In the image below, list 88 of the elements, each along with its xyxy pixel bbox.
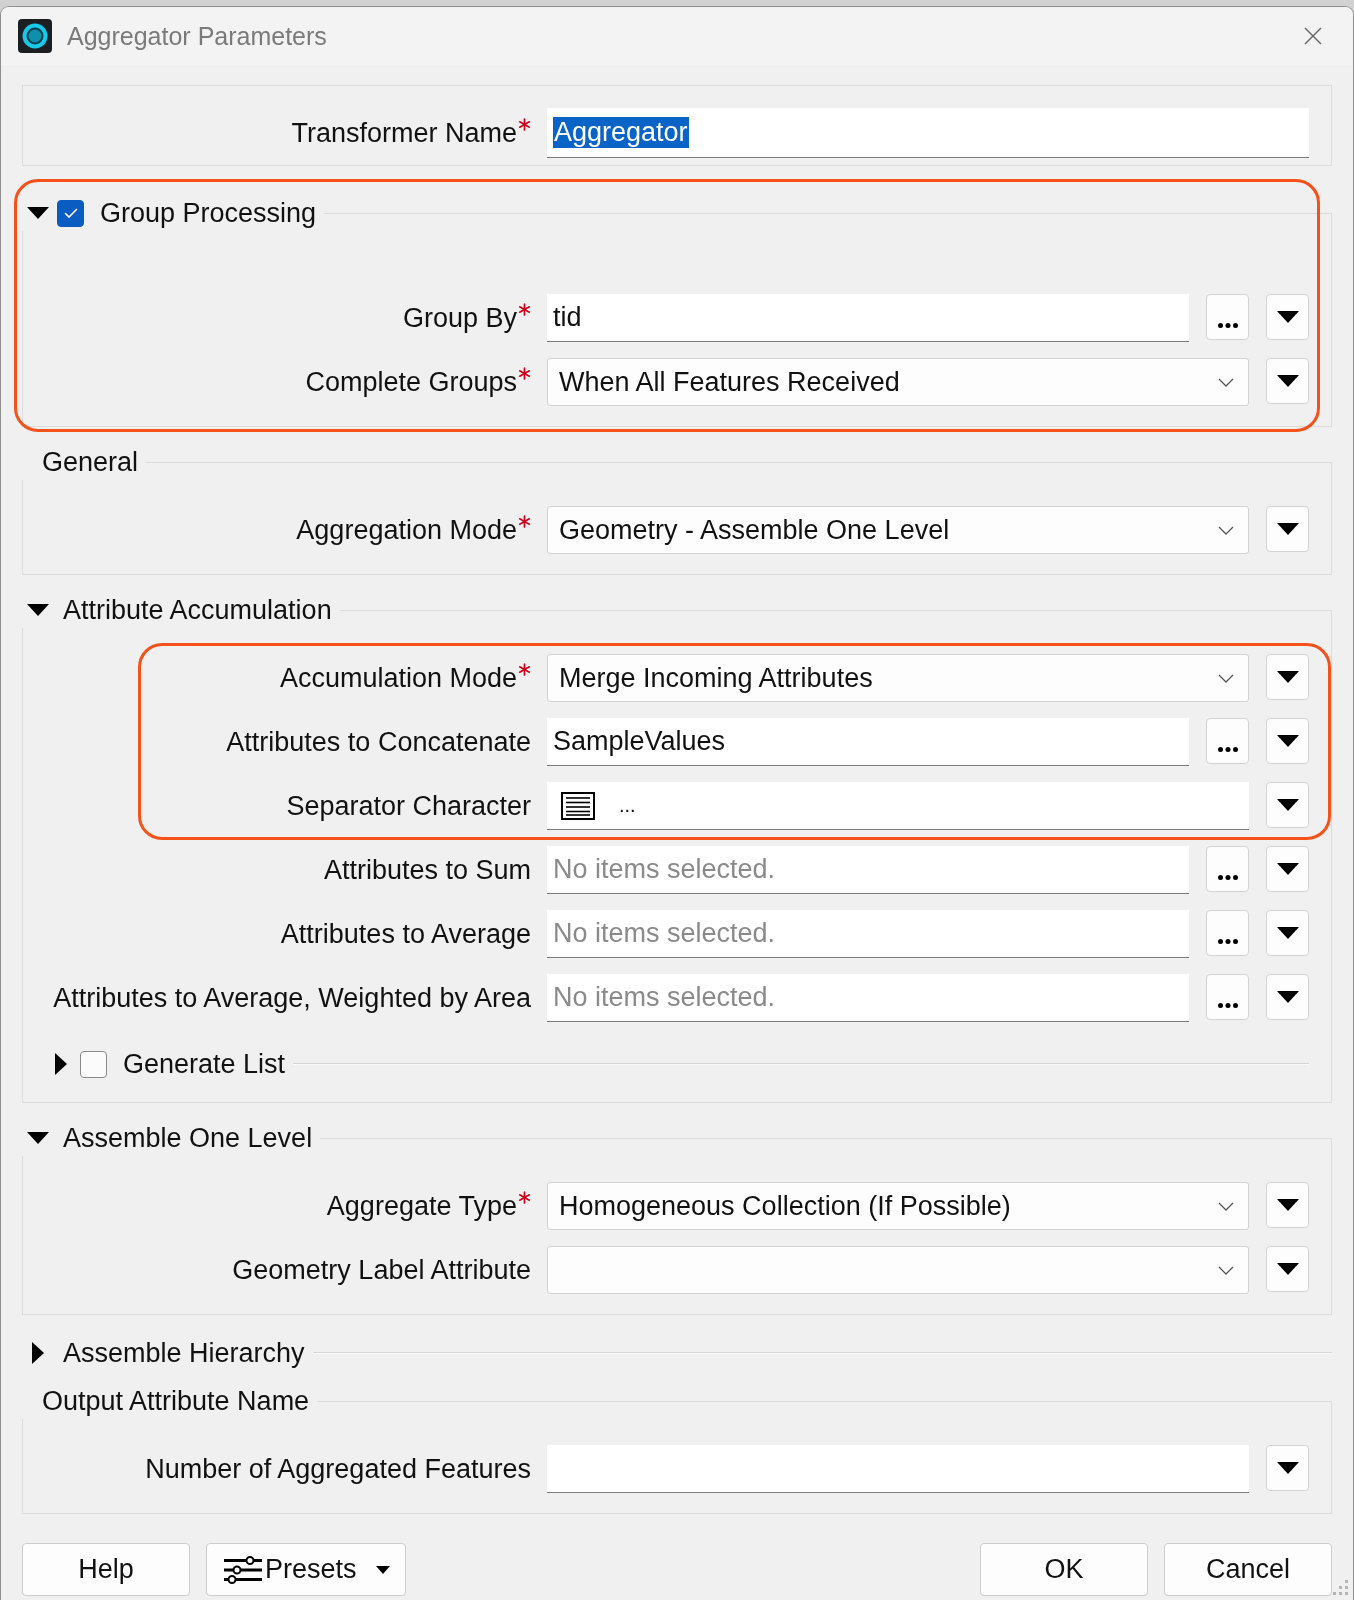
caret-right-icon[interactable] <box>32 1342 44 1364</box>
field-label: Transformer Name <box>291 117 517 149</box>
footer-button[interactable]: OK <box>980 1543 1148 1596</box>
triangle-down-icon <box>1276 991 1299 1003</box>
field-label: Geometry Label Attribute <box>232 1254 531 1286</box>
section-title: Output Attribute Name <box>42 1385 310 1417</box>
triangle-down-icon <box>1276 1263 1299 1275</box>
field-label: Attributes to Average, Weighted by Area <box>53 982 531 1014</box>
chevron-down-icon <box>1218 1201 1234 1211</box>
footer-button[interactable]: Help <box>22 1543 190 1596</box>
menu-button[interactable] <box>1266 718 1309 764</box>
ellipsis-icon <box>1217 875 1238 880</box>
menu-button[interactable] <box>1266 782 1309 828</box>
checkbox[interactable] <box>80 1050 107 1078</box>
triangle-down-icon <box>1276 863 1299 875</box>
browse-button[interactable] <box>1206 910 1249 956</box>
menu-button[interactable] <box>1266 358 1309 404</box>
field-label: Aggregation Mode <box>296 514 517 546</box>
menu-button[interactable] <box>1266 1246 1309 1292</box>
menu-button[interactable] <box>1266 974 1309 1020</box>
chevron-down-icon <box>1218 673 1234 683</box>
ring-logo-icon <box>18 19 52 53</box>
selected-text: Aggregator <box>553 117 689 148</box>
text-field[interactable]: Aggregator <box>547 108 1309 158</box>
ellipsis-icon <box>1217 1003 1238 1008</box>
field-label: Attributes to Sum <box>323 854 531 886</box>
menu-button[interactable] <box>1266 294 1309 340</box>
field-label: Attributes to Concatenate <box>226 726 531 758</box>
browse-button[interactable] <box>1206 718 1249 764</box>
field-label: Attributes to Average <box>280 918 531 950</box>
window-title: Aggregator Parameters <box>67 21 328 51</box>
menu-button[interactable] <box>1266 1182 1309 1228</box>
caret-down-icon[interactable] <box>27 604 49 616</box>
caret-down-icon[interactable] <box>27 1132 49 1144</box>
text-field[interactable]: ... <box>547 782 1249 830</box>
menu-button[interactable] <box>1266 1445 1309 1491</box>
field-label: Number of Aggregated Features <box>145 1453 531 1485</box>
browse-button[interactable] <box>1206 974 1249 1020</box>
ellipsis-icon <box>1217 939 1238 944</box>
footer-button[interactable]: Cancel <box>1164 1543 1332 1596</box>
checkbox[interactable] <box>57 199 84 227</box>
triangle-down-icon <box>1276 375 1299 387</box>
caret-down-icon[interactable] <box>27 207 49 219</box>
text-field[interactable]: tid <box>547 294 1189 342</box>
text-field[interactable]: SampleValues <box>547 718 1189 766</box>
resize-grip-icon <box>1333 1580 1349 1596</box>
field-label: Separator Character <box>286 790 531 822</box>
chevron-down-icon <box>1218 525 1234 535</box>
section-title: Attribute Accumulation <box>63 594 332 626</box>
menu-button[interactable] <box>1266 654 1309 700</box>
triangle-down-icon <box>1276 799 1299 811</box>
ellipsis-icon <box>1217 747 1238 752</box>
dropdown[interactable]: When All Features Received <box>547 358 1249 406</box>
checkmark-icon <box>63 208 78 218</box>
section-title: Assemble One Level <box>63 1122 313 1154</box>
text-field[interactable] <box>547 1445 1249 1493</box>
triangle-down-icon <box>1276 735 1299 747</box>
triangle-down-icon <box>1276 671 1299 683</box>
triangle-down-icon <box>1276 523 1299 535</box>
triangle-down-icon <box>1276 1199 1299 1211</box>
menu-button[interactable] <box>1266 910 1309 956</box>
section-title: Generate List <box>123 1048 286 1080</box>
ellipsis-icon <box>1217 323 1238 328</box>
dropdown[interactable]: Geometry - Assemble One Level <box>547 506 1249 554</box>
field-label: Complete Groups <box>305 366 517 398</box>
menu-button[interactable] <box>1266 846 1309 892</box>
dropdown[interactable]: Homogeneous Collection (If Possible) <box>547 1182 1249 1230</box>
section-title: Group Processing <box>100 197 317 229</box>
browse-button[interactable] <box>1206 846 1249 892</box>
sliders-icon <box>224 1555 262 1584</box>
section-title: General <box>42 446 139 478</box>
chevron-down-icon <box>1218 1265 1234 1275</box>
field-label: Accumulation Mode <box>279 662 517 694</box>
triangle-down-icon <box>1276 311 1299 323</box>
menu-button[interactable] <box>1266 506 1309 552</box>
chevron-down-icon <box>1218 377 1234 387</box>
close-icon <box>1304 27 1322 45</box>
triangle-down-icon <box>1276 1462 1299 1474</box>
field-label: Group By <box>402 302 517 334</box>
field-label: Aggregate Type <box>326 1190 517 1222</box>
presets-button[interactable]: Presets <box>206 1543 406 1596</box>
triangle-down-icon <box>1276 927 1299 939</box>
section-title: Assemble Hierarchy <box>63 1337 305 1369</box>
dropdown[interactable]: Merge Incoming Attributes <box>547 654 1249 702</box>
caret-down-icon <box>376 1565 390 1574</box>
caret-right-icon[interactable] <box>55 1053 67 1075</box>
browse-button[interactable] <box>1206 294 1249 340</box>
text-lines-icon <box>561 791 595 820</box>
